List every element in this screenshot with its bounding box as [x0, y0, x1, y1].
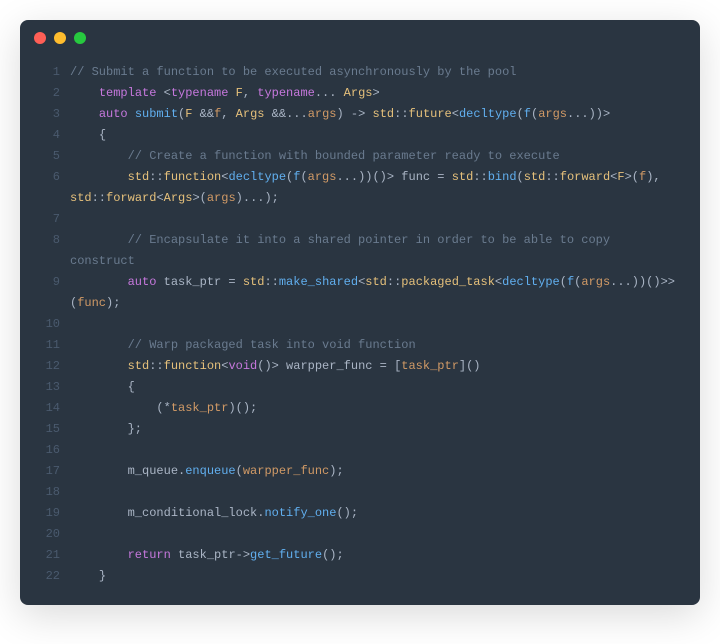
code-content — [70, 524, 682, 545]
maximize-icon[interactable] — [74, 32, 86, 44]
line-number: 2 — [34, 83, 60, 104]
code-content — [70, 314, 682, 335]
code-content: { — [70, 125, 682, 146]
code-content: // Warp packaged task into void function — [70, 335, 682, 356]
line-number: 1 — [34, 62, 60, 83]
line-number: 10 — [34, 314, 60, 335]
code-line: 6 std::function<decltype(f(args...))()> … — [34, 167, 682, 209]
close-icon[interactable] — [34, 32, 46, 44]
code-content: template <typename F, typename... Args> — [70, 83, 682, 104]
code-line: 4 { — [34, 125, 682, 146]
line-number: 11 — [34, 335, 60, 356]
code-line: 7 — [34, 209, 682, 230]
line-number: 4 — [34, 125, 60, 146]
code-line: 3 auto submit(F &&f, Args &&...args) -> … — [34, 104, 682, 125]
code-line: 22 } — [34, 566, 682, 587]
code-content: m_conditional_lock.notify_one(); — [70, 503, 682, 524]
code-line: 21 return task_ptr->get_future(); — [34, 545, 682, 566]
code-content: std::function<void()> warpper_func = [ta… — [70, 356, 682, 377]
code-line: 18 — [34, 482, 682, 503]
line-number: 13 — [34, 377, 60, 398]
code-line: 8 // Encapsulate it into a shared pointe… — [34, 230, 682, 272]
line-number: 12 — [34, 356, 60, 377]
code-area: 1 // Submit a function to be executed asy… — [20, 56, 700, 605]
code-line: 14 (*task_ptr)(); — [34, 398, 682, 419]
code-content — [70, 440, 682, 461]
code-line: 15 }; — [34, 419, 682, 440]
code-content: std::function<decltype(f(args...))()> fu… — [70, 167, 682, 209]
code-content — [70, 482, 682, 503]
line-number: 6 — [34, 167, 60, 188]
minimize-icon[interactable] — [54, 32, 66, 44]
code-window: 1 // Submit a function to be executed asy… — [20, 20, 700, 605]
line-number: 15 — [34, 419, 60, 440]
code-line: 5 // Create a function with bounded para… — [34, 146, 682, 167]
line-number: 16 — [34, 440, 60, 461]
code-content: auto submit(F &&f, Args &&...args) -> st… — [70, 104, 682, 125]
code-line: 19 m_conditional_lock.notify_one(); — [34, 503, 682, 524]
code-content: }; — [70, 419, 682, 440]
code-content: { — [70, 377, 682, 398]
code-line: 11 // Warp packaged task into void funct… — [34, 335, 682, 356]
code-content: // Submit a function to be executed asyn… — [70, 62, 682, 83]
code-content: return task_ptr->get_future(); — [70, 545, 682, 566]
line-number: 5 — [34, 146, 60, 167]
code-content: // Encapsulate it into a shared pointer … — [70, 230, 682, 272]
line-number: 14 — [34, 398, 60, 419]
line-number: 22 — [34, 566, 60, 587]
code-content: // Create a function with bounded parame… — [70, 146, 682, 167]
code-line: 17 m_queue.enqueue(warpper_func); — [34, 461, 682, 482]
line-number: 17 — [34, 461, 60, 482]
line-number: 3 — [34, 104, 60, 125]
line-number: 21 — [34, 545, 60, 566]
code-line: 2 template <typename F, typename... Args… — [34, 83, 682, 104]
code-content: auto task_ptr = std::make_shared<std::pa… — [70, 272, 682, 314]
code-content: m_queue.enqueue(warpper_func); — [70, 461, 682, 482]
line-number: 8 — [34, 230, 60, 251]
code-line: 12 std::function<void()> warpper_func = … — [34, 356, 682, 377]
code-line: 10 — [34, 314, 682, 335]
line-number: 9 — [34, 272, 60, 293]
line-number: 7 — [34, 209, 60, 230]
code-line: 9 auto task_ptr = std::make_shared<std::… — [34, 272, 682, 314]
code-line: 16 — [34, 440, 682, 461]
code-line: 1 // Submit a function to be executed asy… — [34, 62, 682, 83]
line-number: 20 — [34, 524, 60, 545]
code-content: (*task_ptr)(); — [70, 398, 682, 419]
code-content — [70, 209, 682, 230]
line-number: 18 — [34, 482, 60, 503]
code-content: } — [70, 566, 682, 587]
code-line: 13 { — [34, 377, 682, 398]
code-line: 20 — [34, 524, 682, 545]
window-titlebar — [20, 20, 700, 56]
line-number: 19 — [34, 503, 60, 524]
